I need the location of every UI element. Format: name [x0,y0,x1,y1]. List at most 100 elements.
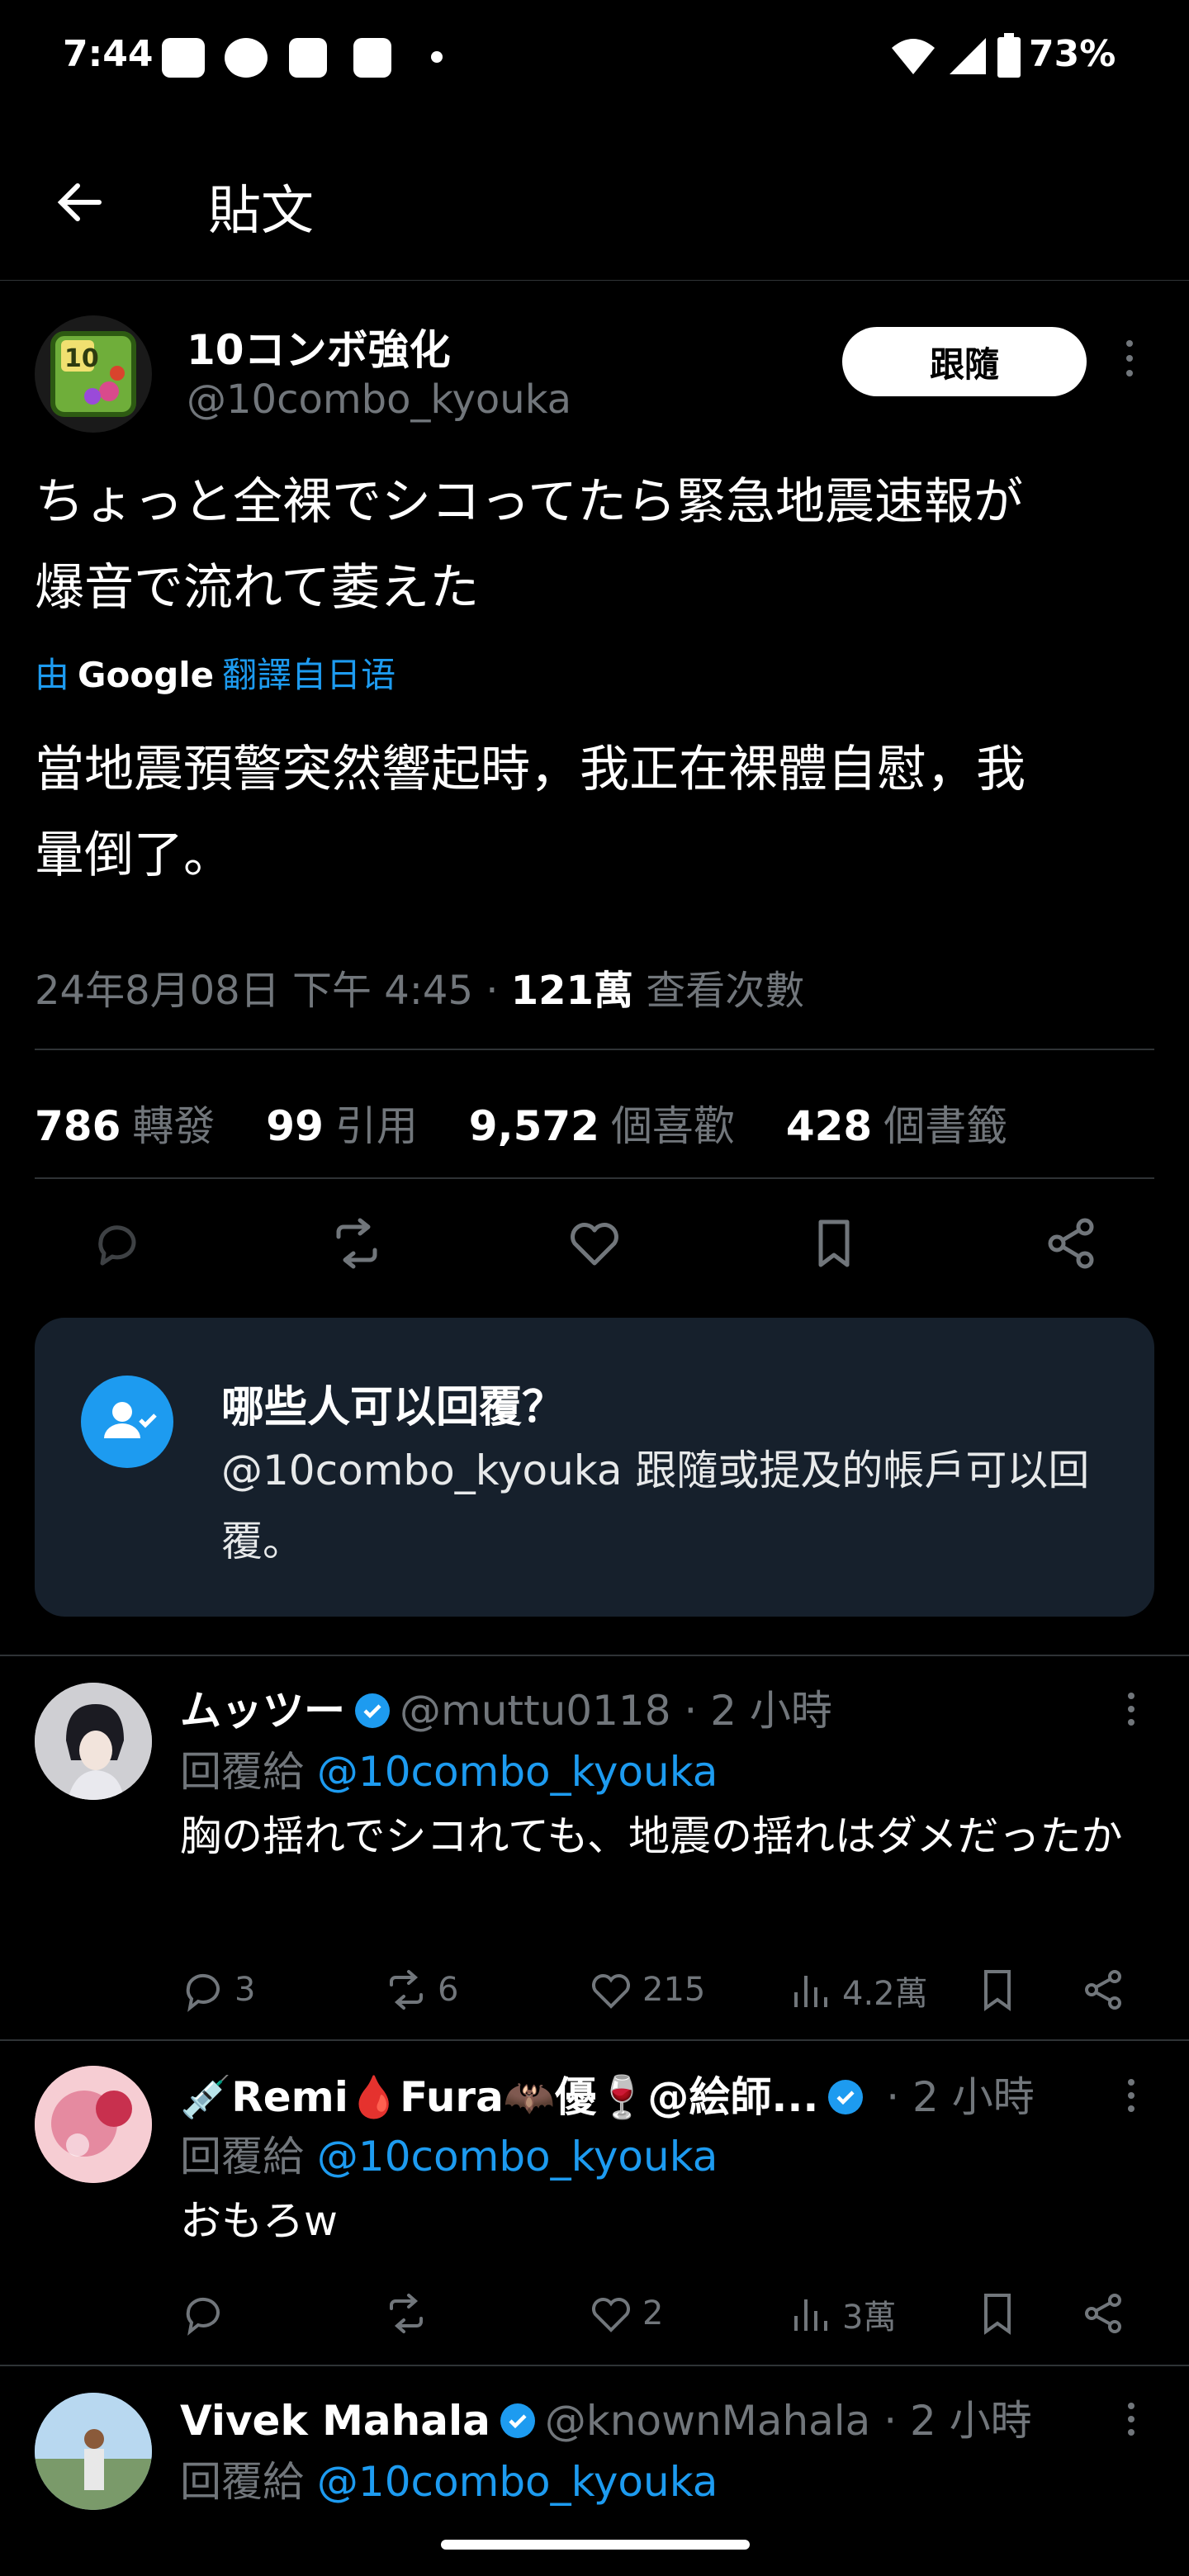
post-action-bar [0,1214,1189,1280]
reply-icon [186,1973,220,2012]
share-icon[interactable] [1080,1967,1126,2013]
divider [35,1049,1154,1050]
reply-to: 回覆給 @10combo_kyouka [180,2458,718,2506]
verified-badge-icon [828,2080,864,2114]
reply-more-icon[interactable] [1125,2079,1138,2120]
who-can-reply-title: 哪些人可以回覆？ [221,1383,566,1432]
who-can-reply-card: 哪些人可以回覆？ @10combo_kyouka 跟隨或提及的帳戶可以回覆。 [35,1318,1154,1617]
views-chart-icon [794,2299,827,2331]
repost-icon [390,1970,423,2010]
battery-icon [997,33,1021,78]
like-icon[interactable] [565,1214,624,1273]
youtube-icon [162,38,205,78]
like-icon [592,2298,630,2332]
line-icon [225,38,268,78]
like-icon [592,1974,630,2009]
post-timestamp: 24年8月08日 下午 4:45 · [35,968,511,1014]
author-name[interactable]: 10コンボ強化 [187,317,451,376]
likes-stat[interactable]: 9,572 個喜歡 [469,1102,735,1150]
reply-to-link[interactable]: @10combo_kyouka [317,1748,718,1796]
view-count: 121萬 [510,968,633,1014]
reply-comment-action[interactable]: 3 [180,1967,255,2013]
reply-text: 胸の揺れでシコれても、地震の揺れはダメだったか [180,1812,1123,1860]
reply-avatar[interactable] [35,1683,152,1800]
reply-handle[interactable]: · 2 小時 [873,2073,1035,2121]
reply-avatar[interactable] [35,2393,152,2510]
post-text: ちょっと全裸でシコってたら緊急地震速報が 爆音で流れて萎えた [35,459,1158,631]
signal-icon [950,38,986,74]
reply-repost-action[interactable] [383,2290,438,2337]
reply-icon[interactable] [88,1214,147,1273]
google-logo: Google [78,655,215,695]
bookmark-icon[interactable] [974,2290,1021,2337]
translated-text-line: 暈倒了。 [35,826,233,884]
reply-handle[interactable]: @muttu0118 · 2 小時 [400,1687,832,1735]
follow-button[interactable]: 跟隨 [842,327,1087,396]
author-avatar[interactable]: 10 [35,315,152,433]
mention-user-icon [81,1376,173,1468]
reply-action-bar: 2 3萬 [180,2290,1154,2340]
reply-author-name[interactable]: ムッツー [180,1687,345,1735]
translate-source: 翻譯自日语 [222,655,396,695]
bookmarks-stat[interactable]: 428 個書籤 [786,1102,1007,1150]
status-bar: 7:44 73% [0,0,1189,116]
translated-text-line: 當地震預警突然響起時，我正在裸體自慰，我 [35,741,1026,798]
view-label: 查看次數 [632,968,805,1014]
post-text-line: ちょっと全裸でシコってたら緊急地震速報が [35,473,1023,531]
repost-icon [390,2294,423,2333]
reply-views-action[interactable]: 4.2萬 [788,1967,928,2015]
status-time: 7:44 [63,33,154,75]
svg-text:10: 10 [64,344,99,373]
reply-author-name[interactable]: Vivek Mahala [180,2397,490,2445]
reply-to-link[interactable]: @10combo_kyouka [317,2133,718,2181]
verified-badge-icon [355,1693,390,1728]
twitch-icon [353,38,391,78]
verified-badge-icon [500,2403,535,2438]
views-chart-icon [794,1976,827,2007]
reply-repost-action[interactable]: 6 [383,1967,458,2013]
post-text-line: 爆音で流れて萎えた [35,559,480,617]
news-icon [289,38,327,78]
bookmark-icon[interactable] [974,1967,1021,2013]
translated-text: 當地震預警突然響起時，我正在裸體自慰，我 暈倒了。 [35,727,1158,898]
reply-item[interactable]: ムッツー @muttu0118 · 2 小時 回覆給 @10combo_kyouk… [0,1655,1189,2039]
reply-like-action[interactable]: 215 [588,1967,705,2013]
reply-like-action[interactable]: 2 [588,2290,663,2337]
back-arrow-icon[interactable] [51,173,109,231]
reply-author-name[interactable]: 💉Remi🩸Fura🦇優🍷@絵師... [180,2073,818,2121]
repost-icon[interactable] [327,1214,386,1273]
reply-avatar[interactable] [35,2066,152,2183]
quotes-stat[interactable]: 99 引用 [266,1102,418,1150]
top-app-bar: 貼文 [0,140,1189,281]
author-handle[interactable]: @10combo_kyouka [187,376,571,423]
post-metadata: 24年8月08日 下午 4:45 · 121萬 查看次數 [35,958,804,1016]
who-can-reply-body: @10combo_kyouka 跟隨或提及的帳戶可以回覆。 [221,1447,1090,1565]
home-indicator[interactable] [441,2540,750,2550]
page-title: 貼文 [208,181,314,242]
reply-more-icon[interactable] [1125,1693,1138,1734]
share-icon[interactable] [1080,2290,1126,2337]
engagement-stats: 786 轉發 99 引用 9,572 個喜歡 428 個書籤 [35,1093,1045,1153]
reply-text: おもろw [180,2197,338,2245]
reply-comment-action[interactable] [180,2290,234,2337]
reposts-stat[interactable]: 786 轉發 [35,1102,215,1150]
reply-item[interactable]: 💉Remi🩸Fura🦇優🍷@絵師... · 2 小時 回覆給 @10combo_… [0,2039,1189,2365]
battery-percent: 73% [1029,33,1116,75]
reply-handle[interactable]: @knownMahala · 2 小時 [545,2397,1032,2445]
reply-header: 💉Remi🩸Fura🦇優🍷@絵師... · 2 小時 [180,2064,1035,2124]
wifi-icon [892,39,935,74]
reply-to: 回覆給 @10combo_kyouka [180,2133,718,2181]
reply-header: ムッツー @muttu0118 · 2 小時 [180,1678,832,1737]
bookmark-icon[interactable] [804,1214,864,1273]
reply-to-link[interactable]: @10combo_kyouka [317,2458,718,2506]
divider [35,1177,1154,1179]
reply-views-action[interactable]: 3萬 [788,2290,896,2338]
more-options-icon[interactable] [1121,340,1138,386]
reply-to: 回覆給 @10combo_kyouka [180,1748,718,1796]
reply-more-icon[interactable] [1125,2403,1138,2444]
translation-attribution[interactable]: 由 Google 翻譯自日语 [35,647,396,698]
more-notifications-icon [431,51,443,63]
reply-action-bar: 3 6 215 4.2萬 [180,1967,1154,2016]
share-icon[interactable] [1042,1214,1101,1273]
reply-icon [186,2297,220,2336]
